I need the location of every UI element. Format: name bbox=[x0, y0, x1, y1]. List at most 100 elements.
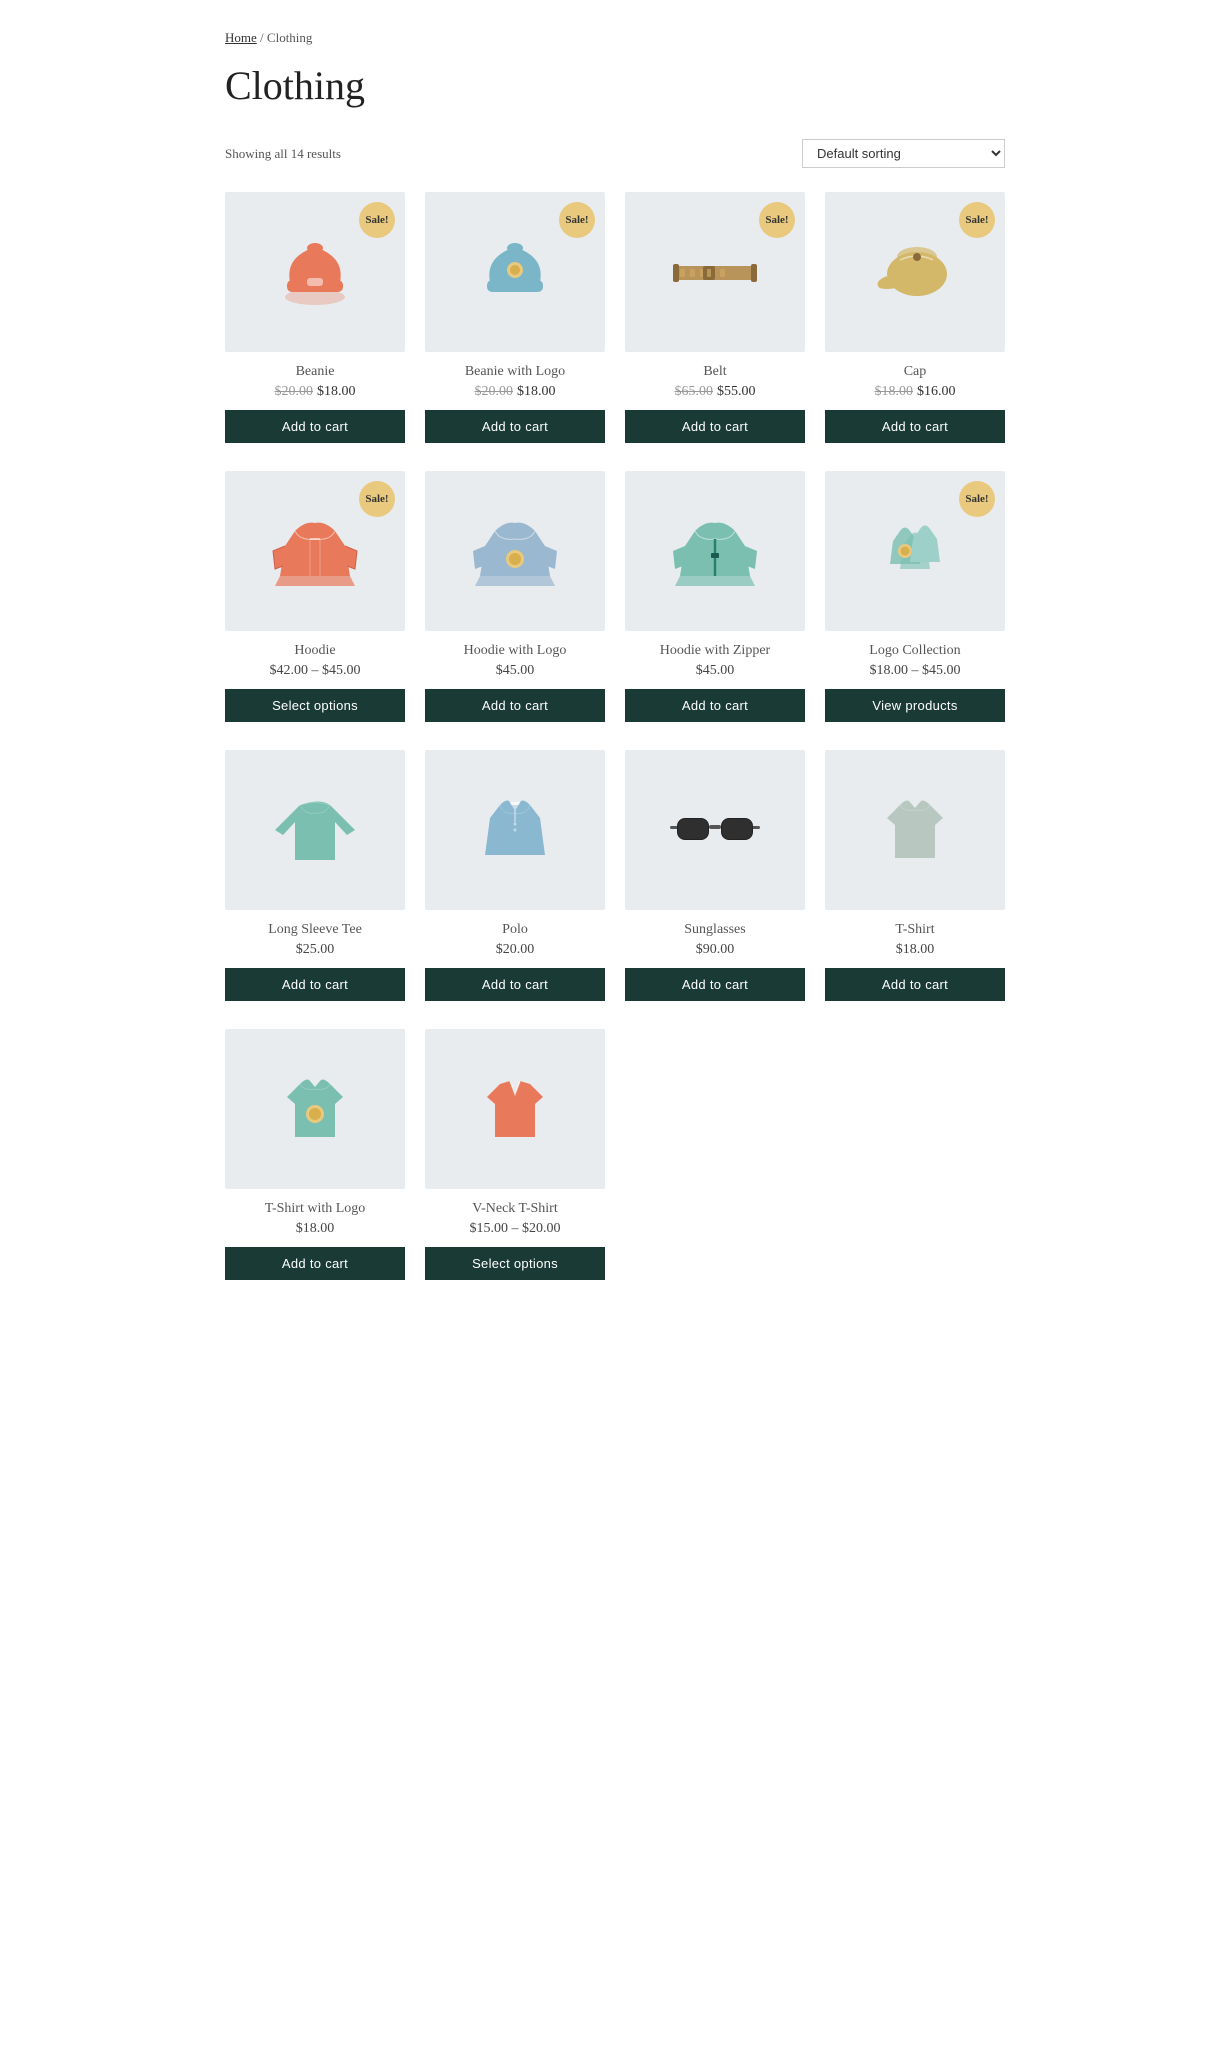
product-price: $65.00$55.00 bbox=[625, 384, 805, 400]
product-price: $20.00$18.00 bbox=[225, 384, 405, 400]
new-price: $16.00 bbox=[917, 384, 956, 399]
product-name: Belt bbox=[625, 364, 805, 380]
product-card-hoodie-with-zipper: Hoodie with Zipper $45.00 Add to cart bbox=[625, 471, 805, 722]
product-image-belt: Sale! bbox=[625, 192, 805, 352]
product-image-cap: Sale! bbox=[825, 192, 1005, 352]
breadcrumb-separator: / bbox=[260, 30, 267, 45]
product-name: T-Shirt with Logo bbox=[225, 1201, 405, 1217]
product-card-long-sleeve-tee: Long Sleeve Tee $25.00 Add to cart bbox=[225, 750, 405, 1001]
sort-select[interactable]: Default sortingSort by popularitySort by… bbox=[802, 139, 1005, 168]
product-card-sunglasses: Sunglasses $90.00 Add to cart bbox=[625, 750, 805, 1001]
sale-badge: Sale! bbox=[959, 481, 995, 517]
product-name: Hoodie bbox=[225, 643, 405, 659]
product-button-beanie-with-logo[interactable]: Add to cart bbox=[425, 410, 605, 443]
product-name: Hoodie with Zipper bbox=[625, 643, 805, 659]
product-price: $18.00 – $45.00 bbox=[825, 663, 1005, 679]
product-image-tshirt-with-logo bbox=[225, 1029, 405, 1189]
sale-badge: Sale! bbox=[359, 202, 395, 238]
product-name: Logo Collection bbox=[825, 643, 1005, 659]
product-price: $42.00 – $45.00 bbox=[225, 663, 405, 679]
old-price: $18.00 bbox=[875, 384, 914, 399]
product-name: T-Shirt bbox=[825, 922, 1005, 938]
product-name: Beanie with Logo bbox=[425, 364, 605, 380]
product-card-beanie: Sale! Beanie $20.00$18.00 Add to cart bbox=[225, 192, 405, 443]
breadcrumb: Home / Clothing bbox=[225, 30, 1005, 46]
product-button-long-sleeve-tee[interactable]: Add to cart bbox=[225, 968, 405, 1001]
product-card-polo: Polo $20.00 Add to cart bbox=[425, 750, 605, 1001]
products-grid: Sale! Beanie $20.00$18.00 Add to cart Sa… bbox=[225, 192, 1005, 1280]
product-price: $20.00 bbox=[425, 942, 605, 958]
old-price: $20.00 bbox=[475, 384, 514, 399]
price: $18.00 – $45.00 bbox=[870, 663, 961, 678]
product-card-tshirt: T-Shirt $18.00 Add to cart bbox=[825, 750, 1005, 1001]
results-count: Showing all 14 results bbox=[225, 146, 341, 162]
price: $90.00 bbox=[696, 942, 735, 957]
price: $25.00 bbox=[296, 942, 335, 957]
old-price: $20.00 bbox=[275, 384, 314, 399]
product-image-vneck-tshirt bbox=[425, 1029, 605, 1189]
product-name: Hoodie with Logo bbox=[425, 643, 605, 659]
product-button-polo[interactable]: Add to cart bbox=[425, 968, 605, 1001]
product-price: $45.00 bbox=[425, 663, 605, 679]
product-image-long-sleeve-tee bbox=[225, 750, 405, 910]
price: $15.00 – $20.00 bbox=[470, 1221, 561, 1236]
product-image-beanie: Sale! bbox=[225, 192, 405, 352]
product-button-vneck-tshirt[interactable]: Select options bbox=[425, 1247, 605, 1280]
product-button-beanie[interactable]: Add to cart bbox=[225, 410, 405, 443]
product-name: Cap bbox=[825, 364, 1005, 380]
product-card-hoodie-with-logo: Hoodie with Logo $45.00 Add to cart bbox=[425, 471, 605, 722]
price: $18.00 bbox=[296, 1221, 335, 1236]
product-price: $18.00 bbox=[225, 1221, 405, 1237]
sale-badge: Sale! bbox=[959, 202, 995, 238]
breadcrumb-home[interactable]: Home bbox=[225, 30, 257, 45]
product-card-belt: Sale! Belt $65.00$55.00 Add to cart bbox=[625, 192, 805, 443]
product-price: $25.00 bbox=[225, 942, 405, 958]
product-card-tshirt-with-logo: T-Shirt with Logo $18.00 Add to cart bbox=[225, 1029, 405, 1280]
new-price: $18.00 bbox=[317, 384, 356, 399]
product-price: $18.00$16.00 bbox=[825, 384, 1005, 400]
product-card-vneck-tshirt: V-Neck T-Shirt $15.00 – $20.00 Select op… bbox=[425, 1029, 605, 1280]
price: $20.00 bbox=[496, 942, 535, 957]
new-price: $18.00 bbox=[517, 384, 556, 399]
product-button-cap[interactable]: Add to cart bbox=[825, 410, 1005, 443]
page-title: Clothing bbox=[225, 62, 1005, 109]
product-card-logo-collection: Sale! Logo Collection $18.00 – $45.00 Vi… bbox=[825, 471, 1005, 722]
product-price: $15.00 – $20.00 bbox=[425, 1221, 605, 1237]
product-image-hoodie-with-zipper bbox=[625, 471, 805, 631]
product-price: $90.00 bbox=[625, 942, 805, 958]
price: $18.00 bbox=[896, 942, 935, 957]
product-card-hoodie: Sale! Hoodie $42.00 – $45.00 Select opti… bbox=[225, 471, 405, 722]
product-price: $45.00 bbox=[625, 663, 805, 679]
product-image-beanie-with-logo: Sale! bbox=[425, 192, 605, 352]
product-image-logo-collection: Sale! bbox=[825, 471, 1005, 631]
sale-badge: Sale! bbox=[359, 481, 395, 517]
price: $42.00 – $45.00 bbox=[270, 663, 361, 678]
product-image-hoodie-with-logo bbox=[425, 471, 605, 631]
product-name: Long Sleeve Tee bbox=[225, 922, 405, 938]
product-name: Polo bbox=[425, 922, 605, 938]
product-image-sunglasses bbox=[625, 750, 805, 910]
product-button-hoodie[interactable]: Select options bbox=[225, 689, 405, 722]
product-button-sunglasses[interactable]: Add to cart bbox=[625, 968, 805, 1001]
old-price: $65.00 bbox=[675, 384, 714, 399]
product-button-tshirt[interactable]: Add to cart bbox=[825, 968, 1005, 1001]
sale-badge: Sale! bbox=[559, 202, 595, 238]
product-button-hoodie-with-zipper[interactable]: Add to cart bbox=[625, 689, 805, 722]
product-name: Sunglasses bbox=[625, 922, 805, 938]
product-button-tshirt-with-logo[interactable]: Add to cart bbox=[225, 1247, 405, 1280]
product-image-tshirt bbox=[825, 750, 1005, 910]
product-button-hoodie-with-logo[interactable]: Add to cart bbox=[425, 689, 605, 722]
product-card-cap: Sale! Cap $18.00$16.00 Add to cart bbox=[825, 192, 1005, 443]
product-image-polo bbox=[425, 750, 605, 910]
shop-toolbar: Showing all 14 results Default sortingSo… bbox=[225, 139, 1005, 168]
product-name: Beanie bbox=[225, 364, 405, 380]
product-price: $20.00$18.00 bbox=[425, 384, 605, 400]
product-button-logo-collection[interactable]: View products bbox=[825, 689, 1005, 722]
product-button-belt[interactable]: Add to cart bbox=[625, 410, 805, 443]
product-image-hoodie: Sale! bbox=[225, 471, 405, 631]
breadcrumb-current: Clothing bbox=[267, 30, 313, 45]
product-name: V-Neck T-Shirt bbox=[425, 1201, 605, 1217]
price: $45.00 bbox=[496, 663, 535, 678]
sale-badge: Sale! bbox=[759, 202, 795, 238]
product-price: $18.00 bbox=[825, 942, 1005, 958]
